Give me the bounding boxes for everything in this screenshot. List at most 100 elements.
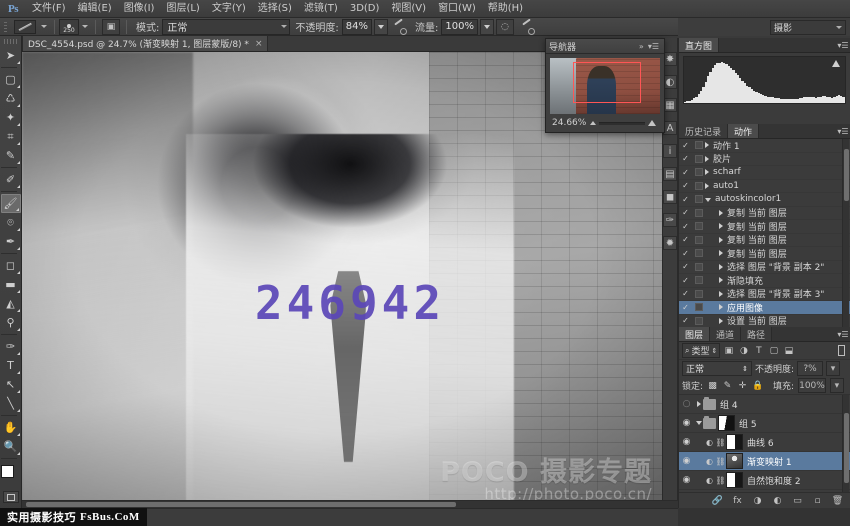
layer-thumbnail[interactable] bbox=[726, 472, 743, 488]
opacity-dropdown-icon[interactable] bbox=[374, 19, 388, 35]
hand-tool[interactable]: ✋ bbox=[1, 418, 21, 437]
chevron-right-icon[interactable] bbox=[705, 142, 709, 148]
layer-fill-value[interactable]: 100% bbox=[798, 378, 826, 393]
options-bar-grip[interactable] bbox=[2, 20, 10, 34]
navigator-zoom-slider[interactable] bbox=[590, 120, 656, 126]
tab-histogram[interactable]: 直方图 bbox=[679, 38, 719, 52]
path-selection-tool[interactable]: ↖ bbox=[1, 375, 21, 394]
crop-tool[interactable]: ⌗ bbox=[1, 127, 21, 146]
action-row[interactable]: ✓选择 图层 "背景 副本 2" bbox=[679, 261, 850, 275]
action-dialog-toggle-icon[interactable] bbox=[692, 141, 705, 149]
new-group-icon[interactable]: ▭ bbox=[792, 495, 803, 506]
layer-visibility-eye-icon[interactable]: ◉ bbox=[679, 475, 694, 485]
pressure-size-icon[interactable] bbox=[519, 19, 535, 35]
navigator-view-box[interactable] bbox=[573, 62, 641, 102]
new-layer-icon[interactable]: ▫ bbox=[812, 495, 823, 506]
action-row[interactable]: ✓渐隐填充 bbox=[679, 274, 850, 288]
chevron-right-icon[interactable] bbox=[719, 264, 723, 270]
menu-item-1[interactable]: 编辑(E) bbox=[72, 0, 118, 18]
action-row[interactable]: ✓scharf bbox=[679, 166, 850, 180]
tab-paths[interactable]: 路径 bbox=[741, 327, 772, 341]
menu-item-5[interactable]: 选择(S) bbox=[252, 0, 298, 18]
gradient-tool[interactable]: ▬ bbox=[1, 275, 21, 294]
move-tool[interactable]: ➤ bbox=[1, 46, 21, 65]
action-row[interactable]: ✓复制 当前 图层 bbox=[679, 220, 850, 234]
flow-dropdown-icon[interactable] bbox=[480, 19, 494, 35]
tab-layers[interactable]: 图层 bbox=[679, 327, 710, 341]
brush-size-chevron-down-icon[interactable] bbox=[82, 25, 88, 28]
navigator-thumbnail[interactable] bbox=[550, 58, 660, 114]
action-dialog-toggle-icon[interactable] bbox=[692, 263, 705, 271]
action-check-icon[interactable]: ✓ bbox=[679, 249, 692, 258]
character-icon[interactable]: A bbox=[663, 121, 677, 135]
action-dialog-toggle-icon[interactable] bbox=[692, 155, 705, 163]
filter-smart-object-icon[interactable]: ⬓ bbox=[782, 344, 795, 358]
action-check-icon[interactable]: ✓ bbox=[679, 181, 692, 190]
brush-preview[interactable] bbox=[14, 20, 36, 34]
panel-menu-icon[interactable]: ▾☰ bbox=[646, 42, 661, 51]
shape-tool[interactable]: ╲ bbox=[1, 394, 21, 413]
histogram-panel-menu-icon[interactable]: ▾☰ bbox=[836, 38, 850, 52]
filter-type-icon[interactable]: T bbox=[752, 344, 765, 358]
clone-stamp-tool[interactable]: ⌾ bbox=[1, 213, 21, 232]
layer-fill-dropdown-icon[interactable]: ▾ bbox=[830, 378, 844, 393]
styles-icon[interactable]: ◼ bbox=[663, 190, 677, 204]
chevron-right-icon[interactable] bbox=[719, 210, 723, 216]
brush-presets-icon[interactable]: ✹ bbox=[663, 236, 677, 250]
menu-item-0[interactable]: 文件(F) bbox=[26, 0, 72, 18]
brush-size-stepper[interactable]: 250 bbox=[59, 19, 79, 35]
action-row[interactable]: ✓胶片 bbox=[679, 153, 850, 167]
action-check-icon[interactable]: ✓ bbox=[679, 208, 692, 217]
pen-tool[interactable]: ✑ bbox=[1, 337, 21, 356]
action-check-icon[interactable]: ✓ bbox=[679, 303, 692, 312]
menu-item-7[interactable]: 3D(D) bbox=[344, 0, 386, 18]
chevron-right-icon[interactable] bbox=[719, 304, 723, 310]
layer-row[interactable]: ○组 4 bbox=[679, 395, 850, 414]
layer-row[interactable]: ◉Dodge & Burn bbox=[679, 490, 850, 492]
zoom-out-icon[interactable] bbox=[590, 121, 596, 125]
menu-item-2[interactable]: 图像(I) bbox=[118, 0, 161, 18]
filter-pixel-icon[interactable]: ▣ bbox=[722, 344, 735, 358]
actions-list[interactable]: ✓动作 1✓胶片✓scharf✓auto1✓autoskincolor1✓复制 … bbox=[679, 139, 850, 328]
action-check-icon[interactable]: ✓ bbox=[679, 316, 692, 325]
layer-link-icon[interactable]: ⛓ bbox=[715, 457, 726, 466]
action-dialog-toggle-icon[interactable] bbox=[692, 276, 705, 284]
action-check-icon[interactable]: ✓ bbox=[679, 276, 692, 285]
layers-panel-menu-icon[interactable]: ▾☰ bbox=[836, 327, 850, 341]
chevron-right-icon[interactable] bbox=[705, 156, 709, 162]
action-dialog-toggle-icon[interactable] bbox=[692, 195, 705, 203]
add-mask-icon[interactable]: ◑ bbox=[752, 495, 763, 506]
paths-icon[interactable]: ✑ bbox=[663, 213, 677, 227]
delete-layer-icon[interactable]: 🗑 bbox=[832, 495, 843, 506]
brush-preset-chevron-down-icon[interactable] bbox=[41, 25, 47, 28]
navigator-panel[interactable]: 导航器 » ▾☰ 24.66% bbox=[545, 38, 665, 133]
histogram-warning-icon[interactable] bbox=[832, 60, 840, 67]
layer-link-icon[interactable]: ⛓ bbox=[715, 476, 726, 485]
tab-actions[interactable]: 动作 bbox=[728, 124, 759, 138]
eraser-tool[interactable]: ◻ bbox=[1, 256, 21, 275]
collapse-icon[interactable]: » bbox=[637, 42, 646, 51]
menu-item-6[interactable]: 滤镜(T) bbox=[298, 0, 344, 18]
layer-row[interactable]: ◉◐⛓自然饱和度 2 bbox=[679, 471, 850, 490]
chevron-right-icon[interactable] bbox=[705, 169, 709, 175]
action-dialog-toggle-icon[interactable] bbox=[692, 168, 705, 176]
layer-visibility-eye-icon[interactable]: ○ bbox=[679, 399, 694, 409]
properties-icon[interactable]: ▤ bbox=[663, 167, 677, 181]
lock-all-icon[interactable]: 🔒 bbox=[752, 380, 763, 392]
pressure-opacity-icon[interactable] bbox=[391, 19, 407, 35]
lock-image-pixels-icon[interactable]: ✎ bbox=[722, 380, 733, 392]
action-check-icon[interactable]: ✓ bbox=[679, 235, 692, 244]
action-dialog-toggle-icon[interactable] bbox=[692, 209, 705, 217]
layers-scrollbar[interactable] bbox=[842, 395, 849, 492]
action-row[interactable]: ✓设置 当前 图层 bbox=[679, 315, 850, 329]
layer-visibility-eye-icon[interactable]: ◉ bbox=[679, 437, 694, 447]
chevron-right-icon[interactable] bbox=[719, 291, 723, 297]
flow-value[interactable]: 100% bbox=[441, 19, 478, 35]
layer-adjustment-icon[interactable]: ◐ bbox=[704, 438, 715, 447]
tab-channels[interactable]: 通道 bbox=[710, 327, 741, 341]
chevron-right-icon[interactable] bbox=[719, 318, 723, 324]
marquee-tool[interactable]: ▢ bbox=[1, 70, 21, 89]
action-check-icon[interactable]: ✓ bbox=[679, 168, 692, 177]
lock-position-icon[interactable]: ✛ bbox=[737, 380, 748, 392]
layer-thumbnail[interactable] bbox=[718, 415, 735, 431]
